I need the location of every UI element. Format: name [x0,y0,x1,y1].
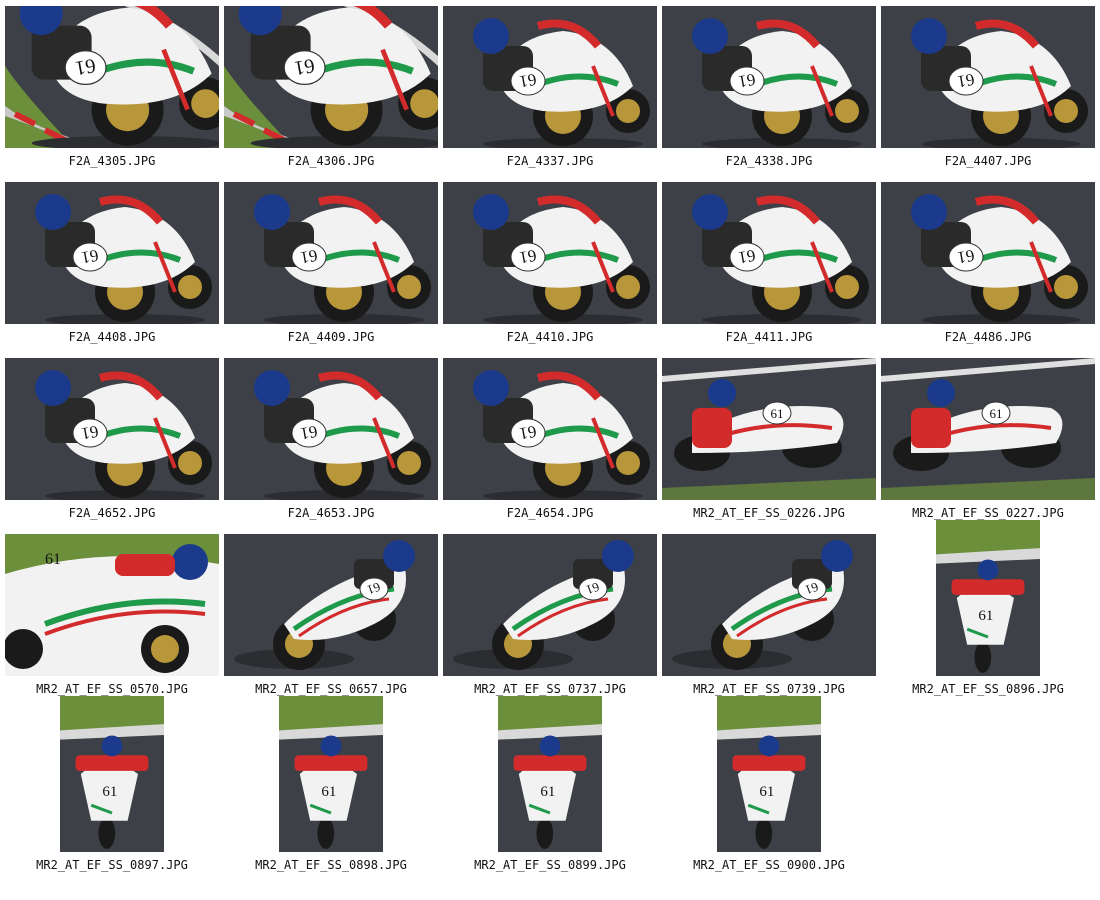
thumbnail-cell[interactable]: 61 F2A_4486.JPG [881,176,1100,352]
thumbnail-cell[interactable]: 61 F2A_4408.JPG [5,176,224,352]
thumbnail-filename: F2A_4306.JPG [287,154,375,168]
thumbnail-image[interactable]: 61 [5,358,219,500]
thumbnail-filename: MR2_AT_EF_SS_0900.JPG [693,858,845,872]
thumbnail-image[interactable]: 61 [443,358,657,500]
svg-text:61: 61 [978,608,993,624]
thumbnail-image[interactable]: 61 [717,696,821,852]
svg-text:61: 61 [956,70,976,92]
thumbnail-cell[interactable]: 61 F2A_4409.JPG [224,176,443,352]
thumbnail-cell[interactable]: 61 F2A_4407.JPG [881,0,1100,176]
thumbnail-image[interactable]: 61 [662,358,876,500]
thumbnail-filename: MR2_AT_EF_SS_0657.JPG [255,682,407,696]
thumbnail-image[interactable]: 61 [279,696,383,852]
thumbnail-filename: F2A_4407.JPG [944,154,1032,168]
thumbnail-grid: 61 F2A_4305.JPG 61 F2A_4306.JPG 61 F2A_4337.J… [5,0,1100,880]
thumbnail-cell[interactable]: 61 MR2_AT_EF_SS_0570.JPG [5,528,224,704]
thumbnail-row: 61 MR2_AT_EF_SS_0570.JPG 61 MR2_AT_EF_SS_06… [5,520,1100,704]
thumbnail-image[interactable]: 61 [5,6,219,148]
svg-text:61: 61 [45,551,61,568]
svg-text:61: 61 [956,246,976,268]
thumbnail-cell[interactable]: 61 MR2_AT_EF_SS_0227.JPG [881,352,1100,528]
thumbnail-filename: F2A_4652.JPG [68,506,156,520]
thumbnail-filename: F2A_4337.JPG [506,154,594,168]
thumbnail-filename: MR2_AT_EF_SS_0226.JPG [693,506,845,520]
thumbnail-row: 61 F2A_4408.JPG 61 F2A_4409.JPG 61 F2A_4410.J… [5,176,1100,352]
thumbnail-filename: F2A_4338.JPG [725,154,813,168]
thumbnail-filename: MR2_AT_EF_SS_0896.JPG [912,682,1064,696]
thumbnail-filename: F2A_4486.JPG [944,330,1032,344]
thumbnail-cell[interactable]: 61 MR2_AT_EF_SS_0897.JPG [5,696,224,880]
thumbnail-cell[interactable]: 61 MR2_AT_EF_SS_0898.JPG [224,696,443,880]
thumbnail-cell[interactable]: 61 F2A_4337.JPG [443,0,662,176]
svg-text:61: 61 [518,422,538,444]
thumbnail-filename: MR2_AT_EF_SS_0739.JPG [693,682,845,696]
thumbnail-cell[interactable]: 61 F2A_4410.JPG [443,176,662,352]
thumbnail-image[interactable]: 61 [443,182,657,324]
thumbnail-row: 61 MR2_AT_EF_SS_0897.JPG 61 MR2_AT_EF_SS_08… [5,696,1100,880]
thumbnail-cell[interactable]: 61 F2A_4411.JPG [662,176,881,352]
svg-text:61: 61 [299,422,319,444]
svg-text:61: 61 [321,784,336,800]
thumbnail-image[interactable]: 61 [662,6,876,148]
thumbnail-image[interactable]: 61 [224,6,438,148]
thumbnail-image[interactable]: 61 [662,182,876,324]
thumbnail-row: 61 F2A_4305.JPG 61 F2A_4306.JPG 61 F2A_4337.J… [5,0,1100,176]
thumbnail-image[interactable]: 61 [498,696,602,852]
thumbnail-filename: MR2_AT_EF_SS_0898.JPG [255,858,407,872]
thumbnail-cell[interactable]: 61 MR2_AT_EF_SS_0737.JPG [443,528,662,704]
thumbnail-image[interactable]: 61 [443,6,657,148]
svg-text:61: 61 [80,246,100,268]
thumbnail-filename: F2A_4409.JPG [287,330,375,344]
thumbnail-cell[interactable]: 61 F2A_4653.JPG [224,352,443,528]
thumbnail-cell[interactable]: 61 F2A_4306.JPG [224,0,443,176]
thumbnail-cell[interactable]: 61 MR2_AT_EF_SS_0226.JPG [662,352,881,528]
thumbnail-cell[interactable]: 61 MR2_AT_EF_SS_0657.JPG [224,528,443,704]
thumbnail-filename: F2A_4410.JPG [506,330,594,344]
svg-text:61: 61 [518,246,538,268]
thumbnail-filename: MR2_AT_EF_SS_0227.JPG [912,506,1064,520]
thumbnail-image[interactable]: 61 [224,182,438,324]
thumbnail-filename: F2A_4653.JPG [287,506,375,520]
thumbnail-cell[interactable]: 61 F2A_4654.JPG [443,352,662,528]
thumbnail-image[interactable]: 61 [224,358,438,500]
thumbnail-image[interactable]: 61 [881,6,1095,148]
thumbnail-image[interactable]: 61 [5,182,219,324]
thumbnail-image[interactable]: 61 [662,534,876,676]
thumbnail-row: 61 F2A_4652.JPG 61 F2A_4653.JPG 61 F2A_4654.J… [5,352,1100,528]
thumbnail-filename: F2A_4305.JPG [68,154,156,168]
thumbnail-filename: F2A_4408.JPG [68,330,156,344]
svg-text:61: 61 [990,406,1003,421]
thumbnail-filename: MR2_AT_EF_SS_0899.JPG [474,858,626,872]
svg-text:61: 61 [737,70,757,92]
thumbnail-image[interactable]: 61 [881,358,1095,500]
thumbnail-cell[interactable]: 61 MR2_AT_EF_SS_0900.JPG [662,696,881,880]
thumbnail-image[interactable]: 61 [881,182,1095,324]
svg-text:61: 61 [73,54,97,79]
thumbnail-filename: F2A_4654.JPG [506,506,594,520]
thumbnail-cell[interactable]: 61 F2A_4338.JPG [662,0,881,176]
svg-text:61: 61 [292,54,316,79]
thumbnail-cell[interactable]: 61 MR2_AT_EF_SS_0896.JPG [881,520,1100,704]
thumbnail-image[interactable]: 61 [443,534,657,676]
svg-text:61: 61 [102,784,117,800]
thumbnail-filename: MR2_AT_EF_SS_0897.JPG [36,858,188,872]
thumbnail-cell[interactable]: 61 F2A_4652.JPG [5,352,224,528]
svg-text:61: 61 [540,784,555,800]
svg-text:61: 61 [737,246,757,268]
svg-text:61: 61 [299,246,319,268]
thumbnail-cell[interactable]: 61 F2A_4305.JPG [5,0,224,176]
thumbnail-filename: F2A_4411.JPG [725,330,813,344]
thumbnail-image[interactable]: 61 [60,696,164,852]
thumbnail-cell[interactable]: 61 MR2_AT_EF_SS_0739.JPG [662,528,881,704]
svg-text:61: 61 [80,422,100,444]
thumbnail-filename: MR2_AT_EF_SS_0570.JPG [36,682,188,696]
thumbnail-image[interactable]: 61 [224,534,438,676]
thumbnail-filename: MR2_AT_EF_SS_0737.JPG [474,682,626,696]
thumbnail-image[interactable]: 61 [936,520,1040,676]
svg-text:61: 61 [759,784,774,800]
thumbnail-image[interactable]: 61 [5,534,219,676]
thumbnail-cell[interactable]: 61 MR2_AT_EF_SS_0899.JPG [443,696,662,880]
svg-text:61: 61 [771,406,784,421]
svg-text:61: 61 [518,70,538,92]
